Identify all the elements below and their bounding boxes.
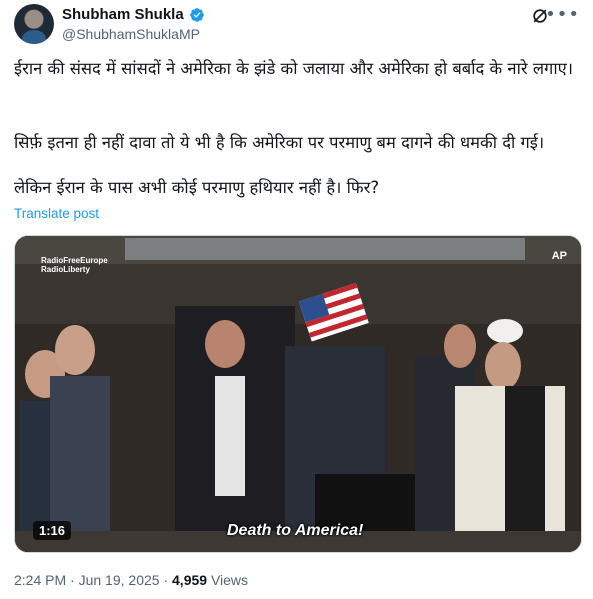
meta-separator: · xyxy=(163,572,169,588)
author-handle[interactable]: @ShubhamShuklaMP xyxy=(62,26,200,42)
author-name[interactable]: Shubham Shukla xyxy=(62,6,184,23)
avatar[interactable] xyxy=(14,4,54,44)
post-date[interactable]: Jun 19, 2025 xyxy=(79,572,160,588)
video-frame xyxy=(15,236,581,552)
post-paragraph-1: ईरान की संसद में सांसदों ने अमेरिका के झ… xyxy=(14,59,573,78)
meta-separator: · xyxy=(70,572,75,588)
views-label: Views xyxy=(210,572,249,588)
video-subtitle: Death to America! xyxy=(227,522,364,539)
video-duration-badge: 1:16 xyxy=(33,521,72,540)
post-meta: 2:24 PM · Jun 19, 2025 · 4,959 Views xyxy=(14,572,248,588)
views-count: 4,959 xyxy=(172,572,208,588)
ap-watermark: AP xyxy=(551,250,567,262)
logo-line-1: RadioFreeEurope xyxy=(41,256,108,265)
post-paragraph-3: लेकिन ईरान के पास अभी कोई परमाणु हथियार … xyxy=(14,178,380,197)
post-paragraph-2: सिर्फ़ इतना ही नहीं दावा तो ये भी है कि … xyxy=(14,133,545,152)
radio-free-europe-logo: RadioFreeEurope RadioLiberty xyxy=(41,256,108,274)
verified-badge-icon xyxy=(190,8,204,22)
logo-line-2: RadioLiberty xyxy=(41,265,90,274)
video-player[interactable]: RadioFreeEurope RadioLiberty AP 1:16 Dea… xyxy=(14,235,582,553)
more-options-icon[interactable]: ••• xyxy=(545,4,580,25)
translate-post-link[interactable]: Translate post xyxy=(14,206,99,221)
post-header: Shubham Shukla @ShubhamShuklaMP ••• xyxy=(14,4,580,46)
post-time[interactable]: 2:24 PM xyxy=(14,572,66,588)
